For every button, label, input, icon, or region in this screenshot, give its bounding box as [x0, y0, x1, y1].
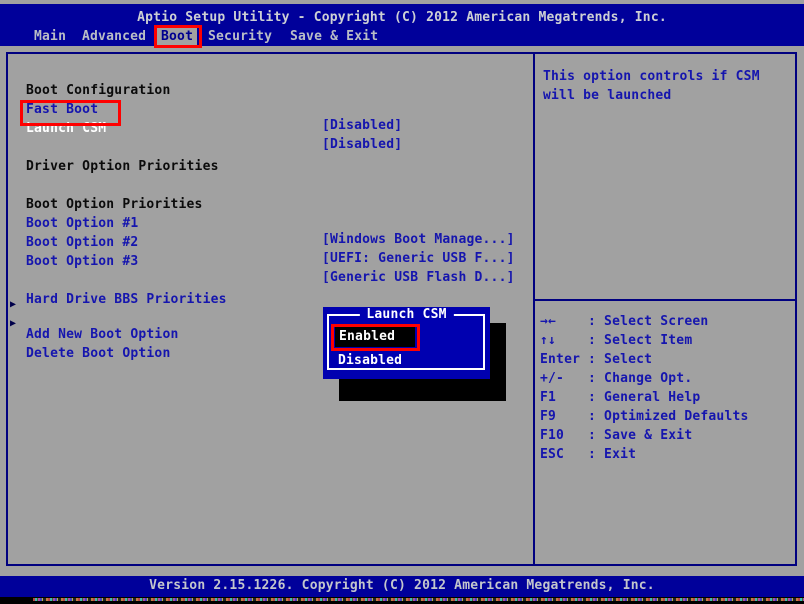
- tab-save-exit[interactable]: Save & Exit: [290, 28, 378, 45]
- section-driver-option-priorities: Driver Option Priorities: [8, 143, 533, 160]
- hotkey-row-f9: F9: Optimized Defaults: [540, 408, 790, 427]
- hotkey-key: Enter: [540, 351, 588, 368]
- annotation-box-boot-tab: [154, 25, 202, 48]
- menu-bar: Main Advanced Boot Security Save & Exit: [0, 28, 804, 46]
- help-text: This option controls if CSM will be laun…: [543, 67, 787, 105]
- tab-advanced[interactable]: Advanced: [82, 28, 146, 45]
- hotkey-legend: →←: Select Screen ↑↓: Select Item Enter:…: [540, 313, 790, 465]
- options-panel: Boot Configuration Fast Boot [Disabled] …: [8, 54, 535, 564]
- section-label: Driver Option Priorities: [26, 159, 219, 175]
- hotkey-label: : Select Item: [588, 333, 692, 348]
- hotkey-label: : Select: [588, 352, 652, 367]
- hotkey-key: F9: [540, 408, 588, 425]
- bottom-edge-strip: [0, 597, 804, 604]
- hotkey-label: : Change Opt.: [588, 371, 692, 386]
- option-row-boot-option-3[interactable]: Boot Option #3 [Generic USB Flash D...]: [8, 238, 533, 255]
- header-bar: Aptio Setup Utility - Copyright (C) 2012…: [0, 4, 804, 46]
- footer-version-text: Version 2.15.1226. Copyright (C) 2012 Am…: [0, 576, 804, 596]
- hotkey-key: →←: [540, 313, 588, 330]
- section-boot-option-priorities: Boot Option Priorities: [8, 181, 533, 198]
- hotkey-key: ↑↓: [540, 332, 588, 349]
- hotkey-key: F1: [540, 389, 588, 406]
- annotation-box-enabled: [331, 324, 420, 351]
- main-panel: Boot Configuration Fast Boot [Disabled] …: [6, 52, 797, 566]
- hotkey-row-enter: Enter: Select: [540, 351, 790, 370]
- hotkey-key: ESC: [540, 446, 588, 463]
- hotkey-row-f1: F1: General Help: [540, 389, 790, 408]
- submenu-arrow-icon: ▶: [10, 297, 16, 313]
- option-label: Boot Option #3: [26, 254, 138, 270]
- tab-main[interactable]: Main: [34, 28, 66, 45]
- hotkey-label: : Exit: [588, 447, 636, 462]
- hotkey-key: F10: [540, 427, 588, 444]
- hotkey-row-change-opt: +/-: Change Opt.: [540, 370, 790, 389]
- help-divider: [535, 299, 795, 301]
- option-row-hard-drive-bbs-priorities[interactable]: Hard Drive BBS Priorities: [8, 276, 533, 293]
- hotkey-row-select-item: ↑↓: Select Item: [540, 332, 790, 351]
- hotkey-row-esc: ESC: Exit: [540, 446, 790, 465]
- launch-csm-popup: Launch CSM Enabled Disabled: [323, 307, 490, 379]
- section-boot-configuration: Boot Configuration: [8, 67, 533, 84]
- popup-title: Launch CSM: [359, 307, 453, 323]
- submenu-arrow-icon: ▶: [10, 316, 16, 332]
- hotkey-row-f10: F10: Save & Exit: [540, 427, 790, 446]
- tab-security[interactable]: Security: [208, 28, 272, 45]
- video-noise-line: [33, 598, 804, 601]
- option-row-boot-option-1[interactable]: Boot Option #1 [Windows Boot Manage...]: [8, 200, 533, 217]
- app-title: Aptio Setup Utility - Copyright (C) 2012…: [0, 10, 804, 26]
- option-row-boot-option-2[interactable]: Boot Option #2 [UEFI: Generic USB F...]: [8, 219, 533, 236]
- option-label: Delete Boot Option: [26, 346, 170, 362]
- footer-bar: Version 2.15.1226. Copyright (C) 2012 Am…: [0, 576, 804, 597]
- hotkey-label: : Optimized Defaults: [588, 409, 749, 424]
- bios-screen: Aptio Setup Utility - Copyright (C) 2012…: [0, 0, 804, 604]
- annotation-box-launch-csm: [20, 100, 121, 126]
- hotkey-row-select-screen: →←: Select Screen: [540, 313, 790, 332]
- hotkey-label: : Save & Exit: [588, 428, 692, 443]
- hotkey-label: : Select Screen: [588, 314, 708, 329]
- hotkey-key: +/-: [540, 370, 588, 387]
- hotkey-label: : General Help: [588, 390, 700, 405]
- popup-option-disabled[interactable]: Disabled: [338, 353, 402, 369]
- help-panel: This option controls if CSM will be laun…: [535, 54, 795, 564]
